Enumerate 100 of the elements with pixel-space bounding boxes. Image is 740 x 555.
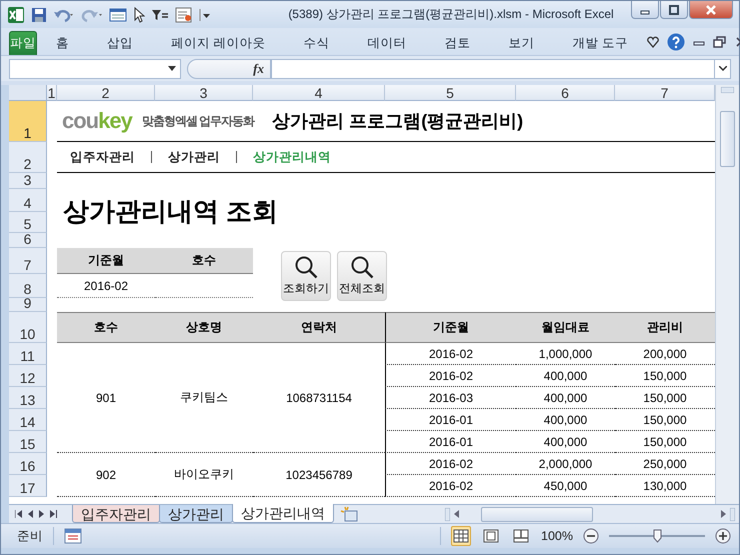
table-header: 상호명 xyxy=(155,312,253,343)
layout-view-icon xyxy=(483,529,500,543)
row-header[interactable]: 7 xyxy=(9,248,47,274)
sheet-tab[interactable]: 입주자관리 xyxy=(72,505,160,523)
ribbon-tab[interactable]: 검토 xyxy=(425,31,490,55)
search-button[interactable]: 전체조회 xyxy=(337,251,387,301)
ribbon-tab[interactable]: 데이터 xyxy=(348,31,426,55)
save-icon[interactable] xyxy=(31,6,47,22)
table-cell: 400,000 xyxy=(516,431,615,453)
column-header[interactable]: 3 xyxy=(155,85,253,101)
column-header[interactable]: 7 xyxy=(615,85,715,101)
view-button[interactable] xyxy=(451,526,472,546)
status-text: 준비 xyxy=(17,528,43,544)
row-header[interactable]: 1 xyxy=(9,101,47,142)
row-header[interactable]: 10 xyxy=(9,312,47,343)
row-header[interactable]: 6 xyxy=(9,233,47,248)
logo-tagline: 맞춤형엑셀 업무자동화 xyxy=(142,112,254,130)
checklist-icon[interactable] xyxy=(175,6,193,22)
scrollbar-thumb[interactable] xyxy=(720,111,735,167)
table-cell: 400,000 xyxy=(516,387,615,409)
restore-icon[interactable] xyxy=(712,36,727,48)
row-header[interactable]: 17 xyxy=(9,475,47,497)
program-title: 상가관리 프로그램(평균관리비) xyxy=(272,110,524,133)
pagebreak-view-icon xyxy=(513,529,530,543)
ribbon-tab[interactable]: 홈 xyxy=(37,31,88,55)
table-cell: 1068731154 xyxy=(253,343,385,453)
excel-icon[interactable] xyxy=(7,6,25,24)
customize-icon[interactable] xyxy=(199,6,211,22)
row-header[interactable]: 12 xyxy=(9,365,47,387)
previous-sheet-icon[interactable] xyxy=(28,510,33,518)
row-header[interactable]: 5 xyxy=(9,212,47,233)
heart-icon[interactable] xyxy=(646,36,659,48)
next-sheet-icon[interactable] xyxy=(39,510,44,518)
close-icon xyxy=(705,4,717,14)
nav-link[interactable]: 상가관리 xyxy=(168,148,220,166)
zoom-in-icon[interactable] xyxy=(715,528,731,544)
search-button[interactable]: 조회하기 xyxy=(281,251,331,301)
table-cell: 2016-02 xyxy=(385,365,516,387)
column-header[interactable]: 5 xyxy=(385,85,516,101)
zoom-slider-thumb[interactable] xyxy=(653,529,662,543)
month-field[interactable]: 2016-02 xyxy=(57,274,155,298)
row-header[interactable]: 4 xyxy=(9,189,47,212)
split-icon xyxy=(721,87,734,93)
row-header[interactable]: 11 xyxy=(9,343,47,365)
table-cell: 2016-02 xyxy=(385,343,516,365)
nav-link[interactable]: 상가관리내역 xyxy=(253,148,331,166)
row-header[interactable]: 9 xyxy=(9,298,47,312)
column-header[interactable]: 1 xyxy=(47,85,57,101)
cursor-icon[interactable] xyxy=(133,6,145,22)
column-header[interactable]: 2 xyxy=(57,85,155,101)
ribbon-tab[interactable]: 삽입 xyxy=(88,31,152,55)
help-icon[interactable] xyxy=(666,32,685,50)
formula-field[interactable] xyxy=(271,58,715,78)
file-button[interactable]: 파일 xyxy=(9,31,37,55)
row-header[interactable]: 2 xyxy=(9,142,47,173)
zoom-level: 100% xyxy=(541,529,573,543)
row-header[interactable]: 14 xyxy=(9,409,47,431)
maximize-button[interactable] xyxy=(660,1,688,19)
sheet-tab[interactable]: 상가관리 xyxy=(159,505,233,523)
column-header[interactable]: 6 xyxy=(516,85,615,101)
function-button[interactable]: fx xyxy=(253,60,264,76)
vertical-scrollbar[interactable] xyxy=(715,85,739,504)
first-sheet-icon[interactable] xyxy=(15,510,22,518)
zoom-out-icon[interactable] xyxy=(583,528,599,544)
table-cell: 150,000 xyxy=(615,365,715,387)
minimize-button[interactable] xyxy=(631,1,659,19)
filter-header: 호수 xyxy=(155,248,253,274)
row-header[interactable]: 3 xyxy=(9,173,47,189)
ribbon-tab[interactable]: 수식 xyxy=(284,31,348,55)
caret-icon xyxy=(721,510,726,518)
row-header[interactable]: 13 xyxy=(9,387,47,409)
form-icon[interactable] xyxy=(109,6,127,22)
table-header: 연락처 xyxy=(253,312,385,343)
row-header[interactable]: 15 xyxy=(9,431,47,453)
close-button[interactable] xyxy=(689,1,733,19)
table-cell: 400,000 xyxy=(516,409,615,431)
brand-logo: coukey xyxy=(62,108,132,134)
split-icon xyxy=(445,508,450,520)
ribbon-tab[interactable]: 보기 xyxy=(489,31,554,55)
table-cell: 901 xyxy=(57,343,155,453)
caret-icon xyxy=(454,510,459,518)
row-header[interactable]: 8 xyxy=(9,274,47,298)
table-cell: 450,000 xyxy=(516,475,615,497)
macro-record-icon[interactable] xyxy=(64,528,82,544)
ribbon-tab[interactable]: 개발 도구 xyxy=(553,31,647,55)
table-cell: 2016-03 xyxy=(385,387,516,409)
scrollbar-thumb[interactable] xyxy=(481,506,593,522)
nav-link[interactable]: 입주자관리 xyxy=(70,148,135,166)
table-cell: 2016-02 xyxy=(385,453,516,475)
table-cell: 바이오쿠키 xyxy=(155,453,253,497)
row-header[interactable]: 16 xyxy=(9,453,47,475)
table-cell: 150,000 xyxy=(615,387,715,409)
ribbon-tab[interactable]: 페이지 레이아웃 xyxy=(152,31,284,55)
expand-button[interactable] xyxy=(715,58,731,78)
sheet-tab[interactable]: 상가관리내역 xyxy=(232,504,334,523)
last-sheet-icon[interactable] xyxy=(50,510,57,518)
table-header: 기준월 xyxy=(385,312,516,343)
column-header[interactable]: 4 xyxy=(253,85,385,101)
table-header: 월임대료 xyxy=(516,312,615,343)
new-sheet-icon[interactable] xyxy=(340,506,360,522)
